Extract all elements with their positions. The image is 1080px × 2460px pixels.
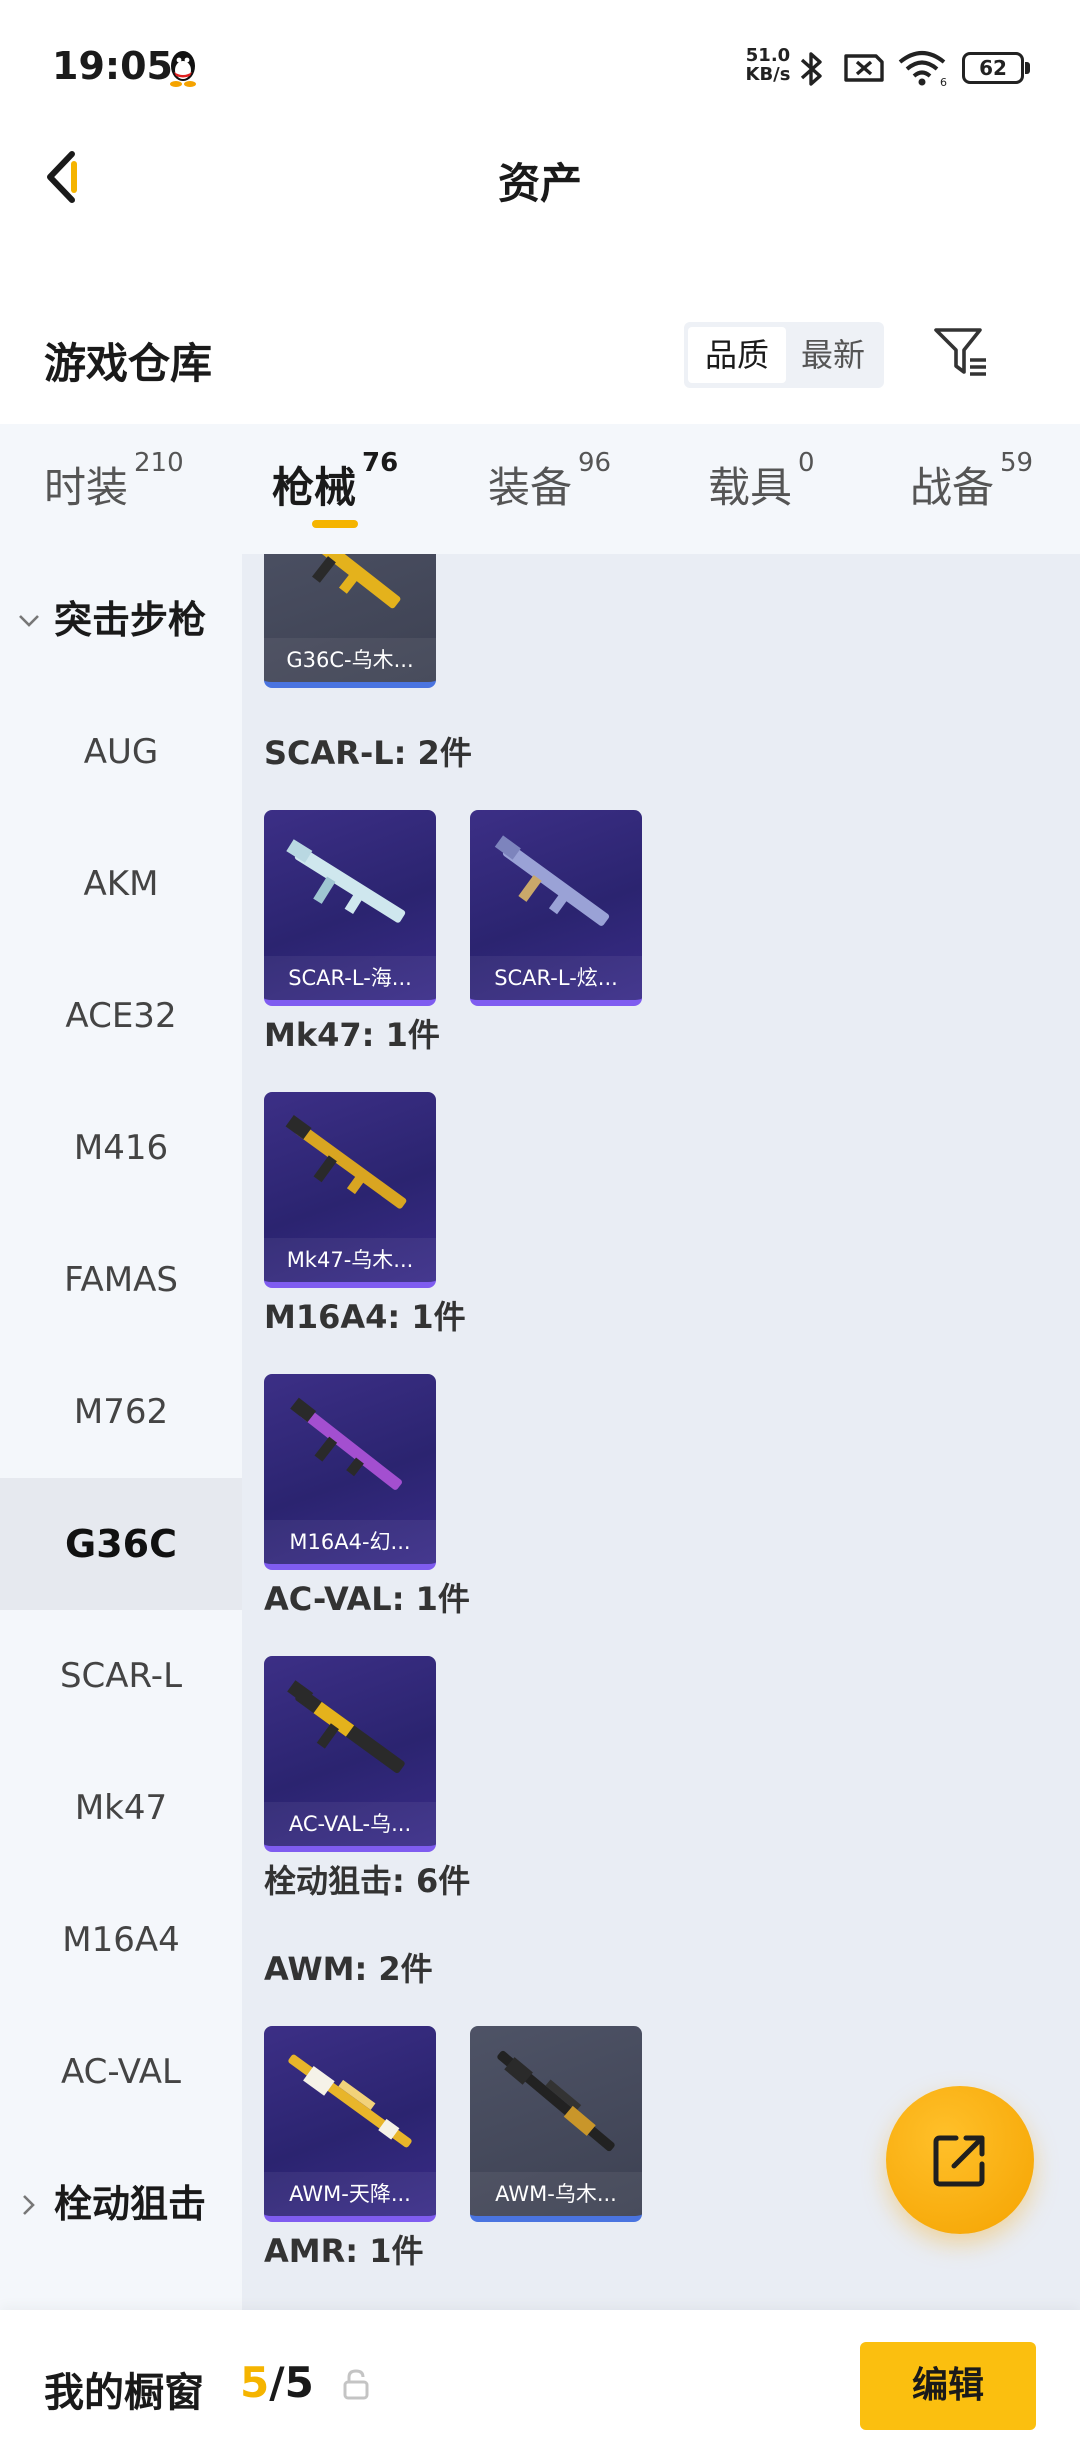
- sort-toggle: 品质 最新: [684, 322, 884, 388]
- page-title: 资产: [497, 159, 582, 208]
- side-item-g36c[interactable]: G36C: [0, 1478, 242, 1610]
- item-card[interactable]: AWM-乌木...: [470, 2026, 642, 2222]
- bluetooth-icon: [800, 52, 822, 86]
- tab-label: 枪械: [272, 463, 357, 512]
- showcase-total: 5: [284, 2358, 314, 2407]
- qq-icon: [170, 51, 196, 87]
- network-speed-value: 51.0: [745, 45, 791, 66]
- rifle-icon: [494, 835, 610, 926]
- bottom-bar: 我的橱窗 5/5 编辑: [0, 2310, 1080, 2460]
- tab-equipment[interactable]: 装备 96: [488, 448, 611, 515]
- weapon-side-list: 突击步枪 AUG AKM ACE32 M416 FAMAS M762 G36C …: [0, 554, 242, 2310]
- group-label-m16a4: M16A4: 1件: [264, 1298, 466, 1336]
- side-item-ac-val[interactable]: AC-VAL: [0, 2006, 242, 2138]
- chevron-right-icon: [23, 2195, 35, 2215]
- tab-count: 59: [1000, 448, 1034, 478]
- item-card-name: AWM-天降...: [264, 2172, 436, 2216]
- battery-level: 62: [962, 52, 1024, 84]
- sniper-rifle-icon: [288, 2054, 412, 2148]
- status-bar: 19:05 51.0 KB/s 6 62: [0, 0, 1080, 140]
- sim-off-icon: [844, 54, 884, 82]
- side-group-assault-rifles[interactable]: 突击步枪: [0, 554, 242, 686]
- category-tabs: 时装 210 枪械 76 装备 96 载具 0 战备 59: [0, 424, 1080, 554]
- lock-icon: [343, 2369, 369, 2400]
- item-card-name: Mk47-乌木...: [264, 1238, 436, 1282]
- showcase-current: 5: [240, 2358, 270, 2407]
- side-group-label: 突击步枪: [54, 598, 207, 642]
- side-item-famas[interactable]: FAMAS: [0, 1214, 242, 1346]
- group-label-awm: AWM: 2件: [264, 1950, 433, 1988]
- item-card-name: SCAR-L-炫...: [470, 956, 642, 1000]
- network-speed: 51.0 KB/s: [738, 46, 798, 84]
- group-label-mk47: Mk47: 1件: [264, 1016, 440, 1054]
- wifi-icon: 6: [898, 51, 947, 88]
- item-card-name: SCAR-L-海...: [264, 956, 436, 1000]
- network-speed-unit: KB/s: [745, 64, 791, 85]
- side-item-akm[interactable]: AKM: [0, 818, 242, 950]
- warehouse-title: 游戏仓库: [44, 339, 213, 388]
- item-card[interactable]: Mk47-乌木...: [264, 1092, 436, 1288]
- side-item-m16a4[interactable]: M16A4: [0, 1874, 242, 2006]
- item-card-name: M16A4-幻...: [264, 1520, 436, 1564]
- side-item-m416[interactable]: M416: [0, 1082, 242, 1214]
- rifle-icon: [285, 1115, 407, 1209]
- share-button[interactable]: [886, 2086, 1034, 2234]
- tab-count: 96: [578, 448, 612, 478]
- rifle-icon: [290, 1397, 402, 1490]
- sniper-rifle-icon: [497, 2050, 615, 2152]
- filter-icon[interactable]: [930, 322, 992, 384]
- item-card[interactable]: SCAR-L-炫...: [470, 810, 642, 1006]
- rifle-icon: [287, 1680, 405, 1774]
- svg-text:6: 6: [940, 76, 947, 88]
- side-item-mk47[interactable]: Mk47: [0, 1742, 242, 1874]
- item-card-name: G36C-乌木...: [264, 638, 436, 682]
- tab-fashion[interactable]: 时装 210: [44, 448, 184, 515]
- group-label-ac-val: AC-VAL: 1件: [264, 1580, 470, 1618]
- tab-vehicles[interactable]: 载具 0: [708, 448, 815, 515]
- item-card[interactable]: M16A4-幻...: [264, 1374, 436, 1570]
- showcase-count: 5/5: [240, 2358, 314, 2407]
- tab-count: 76: [362, 448, 399, 478]
- sort-by-latest-button[interactable]: 最新: [784, 327, 882, 383]
- tab-battle-gear[interactable]: 战备 59: [910, 448, 1033, 515]
- tab-label: 战备: [910, 463, 995, 512]
- rifle-icon: [299, 554, 401, 609]
- tab-firearms[interactable]: 枪械 76: [272, 448, 398, 515]
- item-card[interactable]: AWM-天降...: [264, 2026, 436, 2222]
- battery-icon: 62: [962, 52, 1032, 84]
- edit-button[interactable]: 编辑: [860, 2342, 1036, 2430]
- sort-by-quality-button[interactable]: 品质: [688, 327, 786, 383]
- side-group-bolt-action[interactable]: 栓动狙击: [0, 2138, 242, 2270]
- item-card[interactable]: G36C-乌木...: [264, 554, 436, 688]
- item-card-name: AC-VAL-乌...: [264, 1802, 436, 1846]
- showcase-label: 我的橱窗: [44, 2370, 204, 2416]
- item-card[interactable]: AC-VAL-乌...: [264, 1656, 436, 1852]
- rifle-icon: [286, 839, 406, 923]
- share-external-icon: [933, 2135, 985, 2187]
- tab-label: 时装: [44, 463, 129, 512]
- active-tab-indicator: [312, 520, 358, 528]
- status-time: 19:05: [52, 44, 173, 88]
- item-card[interactable]: SCAR-L-海...: [264, 810, 436, 1006]
- tab-count: 0: [798, 448, 815, 478]
- side-item-aug[interactable]: AUG: [0, 686, 242, 818]
- tab-label: 载具: [708, 463, 793, 512]
- side-item-scar-l[interactable]: SCAR-L: [0, 1610, 242, 1742]
- battery-tip: [1025, 62, 1030, 74]
- tab-count: 210: [134, 448, 184, 478]
- side-item-ace32[interactable]: ACE32: [0, 950, 242, 1082]
- side-item-m762[interactable]: M762: [0, 1346, 242, 1478]
- tab-label: 装备: [488, 463, 573, 512]
- item-card-name: AWM-乌木...: [470, 2172, 642, 2216]
- group-label-bolt-action: 栓动狙击: 6件: [264, 1862, 471, 1900]
- chevron-down-icon: [19, 615, 39, 627]
- side-group-label: 栓动狙击: [54, 2182, 207, 2226]
- weapon-grid: G36C-乌木... SCAR-L: 2件 SCAR-L-海... SCAR-L…: [242, 554, 1080, 2310]
- group-label-amr: AMR: 1件: [264, 2232, 424, 2270]
- showcase-separator: /: [269, 2358, 285, 2407]
- group-label-scar-l: SCAR-L: 2件: [264, 734, 472, 772]
